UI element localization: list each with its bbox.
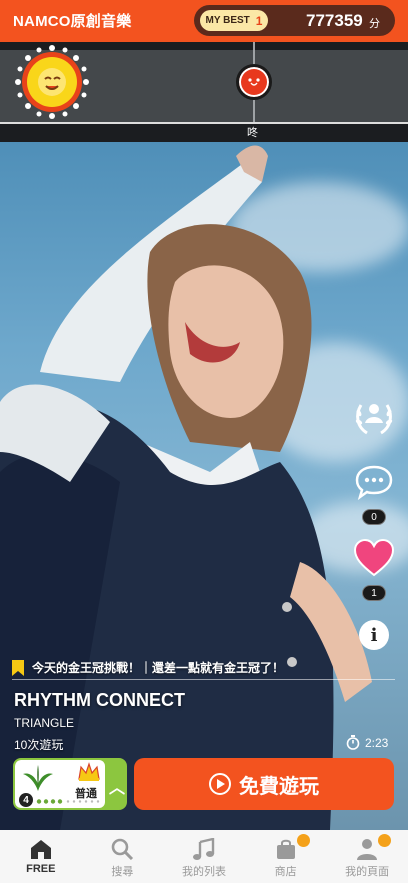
crown-icon <box>78 762 100 781</box>
nav-item-my-list[interactable]: 我的列表 <box>163 830 245 883</box>
free-play-label: 免費遊玩 <box>239 775 319 798</box>
my-best-score-panel: MY BEST 1 777359 分 <box>194 5 395 36</box>
top-bar: NAMCO原創音樂 MY BEST 1 777359 分 <box>0 0 408 42</box>
note-label: 咚 <box>247 127 258 139</box>
like-button[interactable] <box>353 539 395 577</box>
music-note-icon <box>192 838 215 860</box>
challenge-ticker[interactable]: 今天的金王冠挑戰！｜還差一點就有金王冠了！ <box>12 656 395 680</box>
sun-mascot-icon <box>15 45 89 119</box>
my-best-label: MY BEST <box>205 15 250 26</box>
my-page-notification-dot <box>378 834 392 847</box>
home-icon <box>30 840 51 859</box>
comment-button[interactable] <box>354 464 394 500</box>
comment-bubble-icon <box>355 465 393 500</box>
person-icon <box>357 839 378 860</box>
stopwatch-icon <box>346 735 360 750</box>
laurel-trophy-icon <box>355 404 393 435</box>
song-title: RHYTHM CONNECT <box>14 690 185 710</box>
heart-icon <box>353 539 395 577</box>
song-duration: 2:23 <box>346 735 388 750</box>
bamboo-difficulty-icon <box>23 765 53 791</box>
comment-count: 0 <box>362 509 386 525</box>
difficulty-stars <box>36 799 100 804</box>
nav-item-my-page[interactable]: 我的頁面 <box>326 830 408 883</box>
bookmark-icon <box>12 659 24 676</box>
duration-value: 2:23 <box>365 735 389 750</box>
nav-label: 商店 <box>274 866 297 878</box>
my-best-badge: MY BEST 1 <box>200 10 268 31</box>
my-best-rank: 1 <box>255 13 263 28</box>
ticker-text: 今天的金王冠挑戰！｜還差一點就有金王冠了！ <box>32 661 285 675</box>
chevron-up-icon: ︿ <box>109 780 126 797</box>
bottom-nav: FREE 搜尋 我的列表 商店 我的頁面 <box>0 830 408 883</box>
play-count: 10次遊玩 <box>14 738 64 752</box>
play-icon <box>209 773 231 795</box>
shop-bag-icon <box>276 839 295 859</box>
score-unit: 分 <box>369 18 380 30</box>
drum-lane: 咚 <box>0 42 408 142</box>
nav-item-free[interactable]: FREE <box>0 830 82 883</box>
nav-label: 我的列表 <box>181 866 226 878</box>
nav-label: 我的頁面 <box>345 866 390 878</box>
nav-label: 搜尋 <box>111 866 134 878</box>
lane-divider <box>0 122 408 124</box>
nav-item-search[interactable]: 搜尋 <box>82 830 164 883</box>
difficulty-level: 4 <box>19 793 33 807</box>
ranking-laurel-button[interactable] <box>353 397 395 437</box>
shop-notification-dot <box>296 834 310 847</box>
nav-label: FREE <box>26 863 56 875</box>
like-count: 1 <box>362 585 386 601</box>
info-button[interactable]: i <box>358 619 390 651</box>
free-play-button[interactable]: 免費遊玩 <box>134 758 394 810</box>
best-score-value: 777359 <box>306 11 363 30</box>
info-icon: i <box>359 620 389 650</box>
difficulty-selector[interactable]: 4 普通 ︿ <box>13 758 127 810</box>
don-note-icon <box>236 64 272 100</box>
app-title: NAMCO原創音樂 <box>13 13 132 30</box>
difficulty-card: 4 普通 <box>15 760 105 808</box>
search-icon <box>112 838 134 860</box>
nav-item-shop[interactable]: 商店 <box>245 830 327 883</box>
song-artist: TRIANGLE <box>14 716 75 730</box>
